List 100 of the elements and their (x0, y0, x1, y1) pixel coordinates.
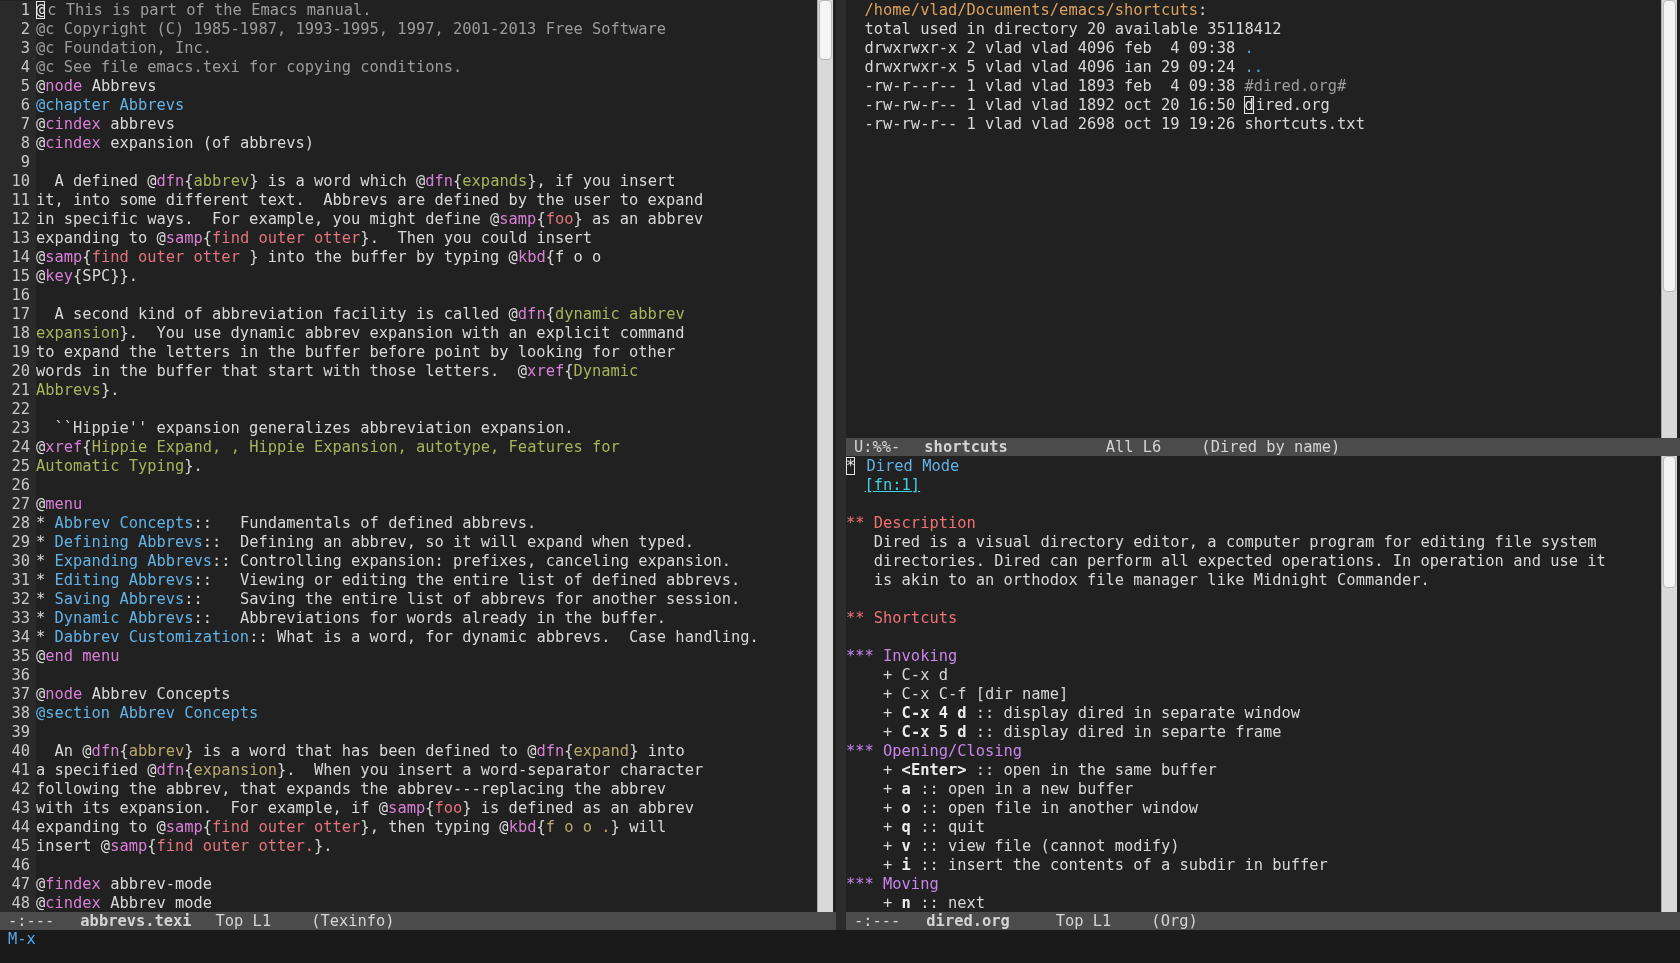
code-line: @c See file emacs.texi for copying conditions. (36, 58, 463, 77)
code-line: + n :: next (882, 894, 986, 912)
line-number: 1 (0, 1, 36, 20)
code-line: words in the buffer that start with those letters. @xref{Dynamic (36, 362, 639, 381)
buffer-name: dired.org (926, 912, 1010, 930)
line-number: 25 (0, 457, 36, 476)
code-line: * Abbrev Concepts:: Fundamentals of defined abbrevs. (36, 514, 537, 533)
scrollbar-thumb[interactable] (1663, 0, 1676, 292)
code-line: @xref{Hippie Expand, , Hippie Expansion, autotype, Features for (36, 438, 620, 457)
code-line: it, into some different text. Abbrevs are defined by the user to expand (36, 191, 704, 210)
code-line: with its expansion. For example, if @samp{foo} is defined as an abbrev (36, 799, 694, 818)
buffer-name: abbrevs.texi (80, 912, 192, 930)
scrollbar-thumb[interactable] (819, 0, 832, 60)
scrollbar[interactable] (1661, 456, 1677, 912)
code-line: *** Moving (846, 875, 939, 894)
code-line: ** Description (846, 514, 976, 533)
code-line: directories. Dired can perform all expected operations. In operation and use it (872, 552, 1606, 571)
line-number: 30 (0, 552, 36, 571)
code-line: @cindex expansion (of abbrevs) (36, 134, 314, 153)
code-line: expanding to @samp{find outer otter}, then typing @kbd{f o o .} will (36, 818, 667, 837)
code-line: @chapter Abbrevs (36, 96, 185, 115)
line-number: 24 (0, 438, 36, 457)
line-number: 23 (0, 419, 36, 438)
code-line: @end menu (36, 647, 120, 666)
line-number: 11 (0, 191, 36, 210)
code-line: @key{SPC}}. (36, 267, 138, 286)
line-number: 36 (0, 666, 36, 685)
code-line: + C-x 5 d :: display dired in separte frame (882, 723, 1282, 742)
code-line: expansion}. You use dynamic abbrev expansion with an explicit command (36, 324, 685, 343)
line-number: 45 (0, 837, 36, 856)
code-line: -rw-r--r-- 1 vlad vlad 1893 feb 4 09:38 #dired.org# (864, 77, 1347, 96)
line-number: 22 (0, 400, 36, 419)
code-line: * Defining Abbrevs:: Defining an abbrev, so it will expand when typed. (36, 533, 694, 552)
code-line: Abbrevs}. (36, 381, 120, 400)
code-line: * Saving Abbrevs:: Saving the entire list of abbrevs for another session. (36, 590, 741, 609)
code-line: + a :: open in a new buffer (882, 780, 1134, 799)
code-line: to expand the letters in the buffer before point by looking for other (36, 343, 676, 362)
line-number: 3 (0, 39, 36, 58)
code-line: * Expanding Abbrevs:: Controlling expansion: prefixes, canceling expansion. (36, 552, 731, 571)
code-line: expanding to @samp{find outer otter}. Then you could insert (36, 229, 592, 248)
code-line: + C-x C-f [dir name] (882, 685, 1069, 704)
line-number: 15 (0, 267, 36, 286)
mode-line-flags: U:%%- (854, 438, 901, 456)
code-line: a specified @dfn{expansion}. When you insert a word-separator character (36, 761, 704, 780)
line-number: 17 (0, 305, 36, 324)
scrollbar[interactable] (817, 0, 833, 912)
code-line: @cindex Abbrev mode (36, 894, 213, 912)
line-number: 5 (0, 77, 36, 96)
code-line: + o :: open file in another window (882, 799, 1199, 818)
line-number: 27 (0, 495, 36, 514)
line-number: 31 (0, 571, 36, 590)
line-number: 8 (0, 134, 36, 153)
line-number: 29 (0, 533, 36, 552)
buffer-name: shortcuts (924, 438, 1008, 456)
line-number: 12 (0, 210, 36, 229)
line-number: 7 (0, 115, 36, 134)
line-number: 26 (0, 476, 36, 495)
code-line: insert @samp{find outer otter.}. (36, 837, 333, 856)
line-number: 2 (0, 20, 36, 39)
code-line: * Editing Abbrevs:: Viewing or editing the entire list of defined abbrevs. (36, 571, 741, 590)
code-line: drwxrwxr-x 2 vlad vlad 4096 feb 4 09:38 . (864, 39, 1254, 58)
line-number: 40 (0, 742, 36, 761)
line-number: 46 (0, 856, 36, 875)
code-line: Dired is a visual directory editor, a computer program for editing file system (872, 533, 1597, 552)
major-mode: (Texinfo) (311, 912, 395, 930)
line-number: 43 (0, 799, 36, 818)
code-line: -rw-rw-r-- 1 vlad vlad 1892 oct 20 16:50 d ired.org (864, 96, 1330, 115)
code-line: @c Copyright (C) 1985-1987, 1993-1995, 1997, 2001-2013 Free Software (36, 20, 667, 39)
code-line: total used in directory 20 available 35118412 (864, 20, 1282, 39)
code-line: @node Abbrevs (36, 77, 157, 96)
code-line: /home/vlad/Documents/emacs/shortcuts: (864, 1, 1208, 20)
code-line: + C-x d (882, 666, 948, 685)
code-line: A second kind of abbreviation facility is called @dfn{dynamic abbrev (53, 305, 685, 324)
line-number: 34 (0, 628, 36, 647)
code-line: @c Foundation, Inc. (36, 39, 213, 58)
line-number: 6 (0, 96, 36, 115)
code-line: *** Opening/Closing (846, 742, 1023, 761)
code-line: is akin to an orthodox file manager like Midnight Commander. (872, 571, 1430, 590)
footnote-link[interactable]: [fn:1] (864, 476, 921, 494)
code-line: Automatic Typing}. (36, 457, 203, 476)
line-number: 37 (0, 685, 36, 704)
line-number: 35 (0, 647, 36, 666)
scrollbar-thumb[interactable] (1663, 456, 1676, 588)
line-number: 4 (0, 58, 36, 77)
code-line: + v :: view file (cannot modify) (882, 837, 1180, 856)
code-line: + <Enter> :: open in the same buffer (882, 761, 1217, 780)
scrollbar[interactable] (1661, 0, 1677, 438)
line-number: 42 (0, 780, 36, 799)
code-line: An @dfn{abbrev} is a word that has been defined to @dfn{expand} into (53, 742, 685, 761)
line-number: 16 (0, 286, 36, 305)
code-line: *** Invoking (846, 647, 958, 666)
line-number: 18 (0, 324, 36, 343)
code-line: A defined @dfn{abbrev} is a word which @dfn{expands}, if you insert (53, 172, 676, 191)
code-line: ``Hippie'' expansion generalizes abbreviation expansion. (53, 419, 574, 438)
line-number: 32 (0, 590, 36, 609)
minibuffer-prompt[interactable]: M-x (8, 930, 36, 948)
code-line: + i :: insert the contents of a subdir in buffer (882, 856, 1328, 875)
code-line: + C-x 4 d :: display dired in separate window (882, 704, 1301, 723)
line-number: 48 (0, 894, 36, 912)
line-number: 33 (0, 609, 36, 628)
